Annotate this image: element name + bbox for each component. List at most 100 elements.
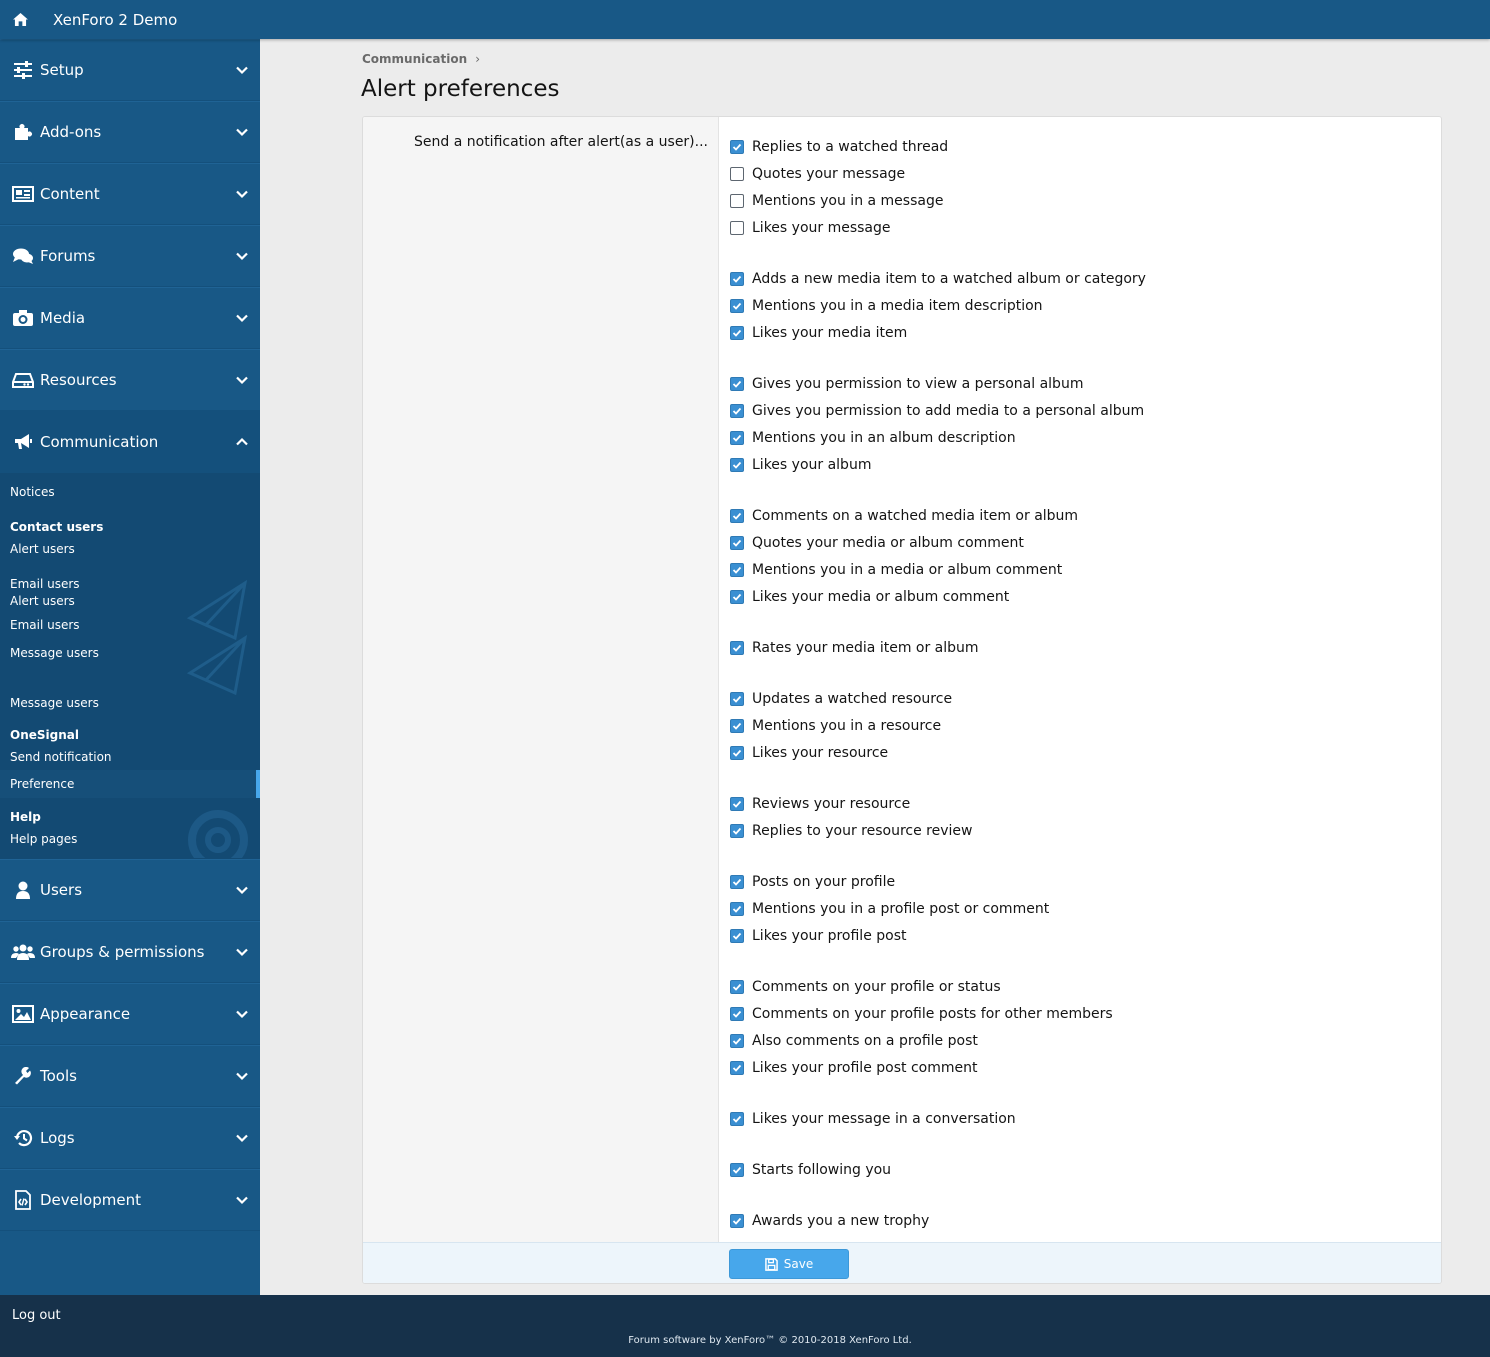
checkbox-checked[interactable] xyxy=(730,298,744,313)
sidebar-link-preference[interactable]: Preference xyxy=(0,770,260,798)
alert-option-label: Starts following you xyxy=(752,1161,892,1178)
app-title[interactable]: XenForo 2 Demo xyxy=(53,11,177,29)
checkbox-checked[interactable] xyxy=(730,1033,744,1048)
alert-option[interactable]: Mentions you in an album description xyxy=(730,424,1430,451)
alert-option[interactable]: Likes your profile post xyxy=(730,922,1430,949)
sidebar-item-label: Communication xyxy=(40,433,159,451)
alert-option[interactable]: Starts following you xyxy=(730,1156,1430,1183)
checkbox-checked[interactable] xyxy=(730,928,744,943)
alert-option-label: Gives you permission to add media to a p… xyxy=(752,402,1145,419)
sidebar-link-notices[interactable]: Notices xyxy=(0,473,260,511)
sidebar-item-add-ons[interactable]: Add-ons xyxy=(0,101,260,163)
sidebar-item-appearance[interactable]: Appearance xyxy=(0,983,260,1045)
alert-option[interactable]: Comments on your profile or status xyxy=(730,973,1430,1000)
sidebar-item-users[interactable]: Users xyxy=(0,859,260,921)
checkbox-checked[interactable] xyxy=(730,535,744,550)
sidebar-item-content[interactable]: Content xyxy=(0,163,260,225)
sidebar-item-label: Media xyxy=(40,309,86,327)
alert-option[interactable]: Mentions you in a message xyxy=(730,187,1430,214)
sidebar-item-groups-permissions[interactable]: Groups & permissions xyxy=(0,921,260,983)
alert-option[interactable]: Gives you permission to view a personal … xyxy=(730,370,1430,397)
alert-option[interactable]: Also comments on a profile post xyxy=(730,1027,1430,1054)
checkbox-checked[interactable] xyxy=(730,823,744,838)
home-icon[interactable] xyxy=(0,0,40,39)
alert-option[interactable]: Mentions you in a profile post or commen… xyxy=(730,895,1430,922)
alert-option[interactable]: Updates a watched resource xyxy=(730,685,1430,712)
checkbox-checked[interactable] xyxy=(730,1213,744,1228)
alert-option[interactable]: Mentions you in a media item description xyxy=(730,292,1430,319)
sidebar-link-send-notification[interactable]: Send notification xyxy=(0,744,260,770)
sidebar-item-tools[interactable]: Tools xyxy=(0,1045,260,1107)
alert-option[interactable]: Gives you permission to add media to a p… xyxy=(730,397,1430,424)
sidebar-item-resources[interactable]: Resources xyxy=(0,349,260,411)
sidebar-item-label: Add-ons xyxy=(40,123,102,141)
checkbox-unchecked[interactable] xyxy=(730,166,744,181)
alert-option[interactable]: Likes your message in a conversation xyxy=(730,1105,1430,1132)
checkbox-checked[interactable] xyxy=(730,901,744,916)
alert-option[interactable]: Quotes your media or album comment xyxy=(730,529,1430,556)
checkbox-checked[interactable] xyxy=(730,508,744,523)
alert-option[interactable]: Awards you a new trophy xyxy=(730,1207,1430,1234)
sidebar-item-setup[interactable]: Setup xyxy=(0,39,260,101)
checkbox-checked[interactable] xyxy=(730,691,744,706)
sidebar-item-logs[interactable]: Logs xyxy=(0,1107,260,1169)
alert-option-label: Also comments on a profile post xyxy=(752,1032,978,1049)
alert-option[interactable]: Mentions you in a resource xyxy=(730,712,1430,739)
checkbox-checked[interactable] xyxy=(730,562,744,577)
alert-option[interactable]: Likes your resource xyxy=(730,739,1430,766)
alert-option[interactable]: Posts on your profile xyxy=(730,868,1430,895)
form-submit-row: Save xyxy=(363,1242,1441,1283)
alert-option-label: Likes your profile post xyxy=(752,927,907,944)
checkbox-checked[interactable] xyxy=(730,718,744,733)
breadcrumb-link-communication[interactable]: Communication xyxy=(362,52,467,66)
alert-preferences-form: Send a notification after alert(as a use… xyxy=(362,116,1442,1284)
form-label-column: Send a notification after alert(as a use… xyxy=(363,117,719,1242)
checkbox-checked[interactable] xyxy=(730,376,744,391)
checkbox-checked[interactable] xyxy=(730,1162,744,1177)
sidebar-item-media[interactable]: Media xyxy=(0,287,260,349)
alert-option[interactable]: Likes your album xyxy=(730,451,1430,478)
sidebar-item-development[interactable]: Development xyxy=(0,1169,260,1231)
alert-option[interactable]: Mentions you in a media or album comment xyxy=(730,556,1430,583)
alert-option-label: Mentions you in a media or album comment xyxy=(752,561,1063,578)
alert-option[interactable]: Comments on a watched media item or albu… xyxy=(730,502,1430,529)
sidebar-item-communication[interactable]: Communication xyxy=(0,411,260,473)
sidebar-item-forums[interactable]: Forums xyxy=(0,225,260,287)
checkbox-checked[interactable] xyxy=(730,403,744,418)
alert-option[interactable]: Replies to your resource review xyxy=(730,817,1430,844)
alert-option[interactable]: Replies to a watched thread xyxy=(730,133,1430,160)
logout-link[interactable]: Log out xyxy=(12,1308,61,1323)
alert-option-label: Awards you a new trophy xyxy=(752,1212,930,1229)
checkbox-unchecked[interactable] xyxy=(730,220,744,235)
checkbox-checked[interactable] xyxy=(730,1006,744,1021)
checkbox-checked[interactable] xyxy=(730,325,744,340)
sidebar: Setup Add-ons Content Forums Media Resources … xyxy=(0,39,260,1295)
checkbox-checked[interactable] xyxy=(730,796,744,811)
alert-option[interactable]: Comments on your profile posts for other… xyxy=(730,1000,1430,1027)
checkbox-checked[interactable] xyxy=(730,457,744,472)
checkbox-unchecked[interactable] xyxy=(730,193,744,208)
alert-option[interactable]: Reviews your resource xyxy=(730,790,1430,817)
checkbox-checked[interactable] xyxy=(730,589,744,604)
checkbox-checked[interactable] xyxy=(730,139,744,154)
alert-option[interactable]: Likes your media item xyxy=(730,319,1430,346)
alert-option[interactable]: Adds a new media item to a watched album… xyxy=(730,265,1430,292)
alert-option-label: Mentions you in a message xyxy=(752,192,944,209)
checkbox-checked[interactable] xyxy=(730,1111,744,1126)
checkbox-checked[interactable] xyxy=(730,1060,744,1075)
checkbox-checked[interactable] xyxy=(730,979,744,994)
alert-option[interactable]: Quotes your message xyxy=(730,160,1430,187)
alert-option[interactable]: Rates your media item or album xyxy=(730,634,1430,661)
footer: Log out Forum software by XenForo™ © 201… xyxy=(0,1295,1490,1357)
sidebar-link-alert-users[interactable]: Alert users xyxy=(0,536,260,561)
alert-option[interactable]: Likes your media or album comment xyxy=(730,583,1430,610)
alert-option[interactable]: Likes your profile post comment xyxy=(730,1054,1430,1081)
checkbox-checked[interactable] xyxy=(730,271,744,286)
checkbox-checked[interactable] xyxy=(730,745,744,760)
alert-option[interactable]: Likes your message xyxy=(730,214,1430,241)
checkbox-checked[interactable] xyxy=(730,430,744,445)
checkbox-checked[interactable] xyxy=(730,640,744,655)
save-button[interactable]: Save xyxy=(729,1249,849,1279)
chevron-down-icon xyxy=(236,190,248,199)
checkbox-checked[interactable] xyxy=(730,874,744,889)
